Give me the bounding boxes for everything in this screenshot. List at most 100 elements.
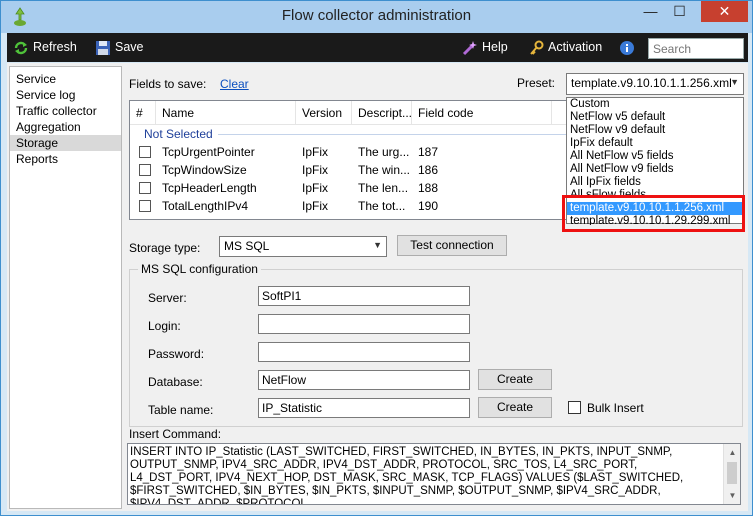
row-checkbox[interactable] [139,200,151,212]
insert-command-text: INSERT INTO IP_Statistic (LAST_SWITCHED,… [130,446,684,505]
login-label: Login: [148,319,181,333]
title-bar: Flow collector administration — ☐ ✕ [1,1,752,33]
database-input[interactable]: NetFlow [258,370,470,390]
cell-name: TcpHeaderLength [162,181,257,195]
maximize-icon: ☐ [673,3,686,19]
scroll-down-icon[interactable]: ▼ [724,487,740,504]
floppy-disk-icon [96,40,110,55]
database-label: Database: [148,375,203,389]
help-button[interactable]: Help [462,33,508,62]
key-icon [530,40,544,55]
cell-version: IpFix [302,181,329,195]
refresh-icon [14,41,28,54]
preset-option-all-netflow-v9[interactable]: All NetFlow v9 fields [567,163,743,176]
cell-name: TcpUrgentPointer [162,145,255,159]
cell-name: TotalLengthIPv4 [162,199,249,213]
cell-version: IpFix [302,163,329,177]
preset-option-netflow-v9-default[interactable]: NetFlow v9 default [567,124,743,137]
scrollbar-thumb[interactable] [727,462,737,484]
scroll-up-icon[interactable]: ▲ [724,444,740,461]
create-database-button[interactable]: Create [478,369,552,390]
preset-option-netflow-v5-default[interactable]: NetFlow v5 default [567,111,743,124]
chevron-down-icon: ▼ [730,77,739,87]
nav-item-service[interactable]: Service [10,71,121,87]
preset-label: Preset: [517,76,556,90]
storage-type-combobox[interactable]: MS SQL ▼ [219,236,387,257]
close-button[interactable]: ✕ [701,1,748,22]
login-input[interactable] [258,314,470,334]
cell-version: IpFix [302,145,329,159]
about-button[interactable] [619,33,635,62]
storage-type-label: Storage type: [129,241,201,255]
cell-field-code: 187 [418,145,439,159]
client-area: Service Service log Traffic collector Ag… [7,63,748,511]
ms-sql-configuration-group: MS SQL configuration Server: SoftPI1 Log… [129,262,743,427]
save-label: Save [115,40,144,54]
search-input[interactable] [648,38,744,59]
preset-option-all-ipfix[interactable]: All IpFix fields [567,176,743,189]
info-icon [620,40,634,55]
column-header-number[interactable]: # [130,101,156,125]
help-label: Help [482,40,508,54]
row-checkbox[interactable] [139,146,151,158]
column-header-field-code[interactable]: Field code [412,101,552,125]
cell-description: The len... [358,181,409,195]
cell-field-code: 188 [418,181,439,195]
refresh-label: Refresh [33,40,77,54]
bulk-insert-checkbox[interactable] [568,401,581,414]
password-input[interactable] [258,342,470,362]
column-header-description[interactable]: Descript... [352,101,412,125]
preset-value: template.v9.10.10.1.1.256.xml [571,76,732,90]
bulk-insert-label[interactable]: Bulk Insert [587,401,644,415]
nav-item-service-log[interactable]: Service log [10,87,121,103]
annotation-highlight-box [562,195,745,232]
group-header-not-selected[interactable]: Not Selected [144,127,213,141]
storage-type-value: MS SQL [224,239,270,253]
save-button[interactable]: Save [95,33,144,62]
chevron-down-icon: ▼ [373,240,382,250]
insert-command-label: Insert Command: [129,427,222,441]
server-input[interactable]: SoftPI1 [258,286,470,306]
group-title: MS SQL configuration [138,262,261,276]
cell-field-code: 186 [418,163,439,177]
cell-name: TcpWindowSize [162,163,247,177]
close-icon: ✕ [718,3,731,19]
preset-option-all-netflow-v5[interactable]: All NetFlow v5 fields [567,150,743,163]
minimize-button[interactable]: — [636,1,665,22]
cell-description: The win... [358,163,411,177]
nav-item-storage[interactable]: Storage [10,135,121,151]
activation-button[interactable]: Activation [528,33,602,62]
refresh-button[interactable]: Refresh [13,33,77,62]
nav-item-reports[interactable]: Reports [10,151,121,167]
cell-description: The tot... [358,199,406,213]
cell-version: IpFix [302,199,329,213]
cell-field-code: 190 [418,199,439,213]
maximize-button[interactable]: ☐ [665,1,694,22]
navigation-list: Service Service log Traffic collector Ag… [9,66,122,509]
row-checkbox[interactable] [139,164,151,176]
preset-combobox[interactable]: template.v9.10.10.1.1.256.xml ▼ [566,73,744,95]
cell-description: The urg... [358,145,410,159]
test-connection-button[interactable]: Test connection [397,235,507,256]
fields-to-save-label: Fields to save: [129,77,207,91]
toolbar: Refresh Save Help Activation [7,33,748,62]
row-checkbox[interactable] [139,182,151,194]
vertical-scrollbar[interactable]: ▲ ▼ [723,444,740,504]
table-name-label: Table name: [148,403,214,417]
table-name-input[interactable]: IP_Statistic [258,398,470,418]
preset-option-ipfix-default[interactable]: IpFix default [567,137,743,150]
nav-item-aggregation[interactable]: Aggregation [10,119,121,135]
column-header-name[interactable]: Name [156,101,296,125]
activation-label: Activation [548,40,603,54]
password-label: Password: [148,347,205,361]
minimize-icon: — [643,3,658,19]
preset-option-custom[interactable]: Custom [567,98,743,111]
insert-command-textarea[interactable]: INSERT INTO IP_Statistic (LAST_SWITCHED,… [127,443,741,505]
app-window: Flow collector administration — ☐ ✕ Refr… [0,0,753,516]
server-label: Server: [148,291,187,305]
magic-wand-icon [462,40,477,55]
nav-item-traffic-collector[interactable]: Traffic collector [10,103,121,119]
clear-link[interactable]: Clear [220,77,249,91]
create-table-button[interactable]: Create [478,397,552,418]
column-header-version[interactable]: Version [296,101,352,125]
